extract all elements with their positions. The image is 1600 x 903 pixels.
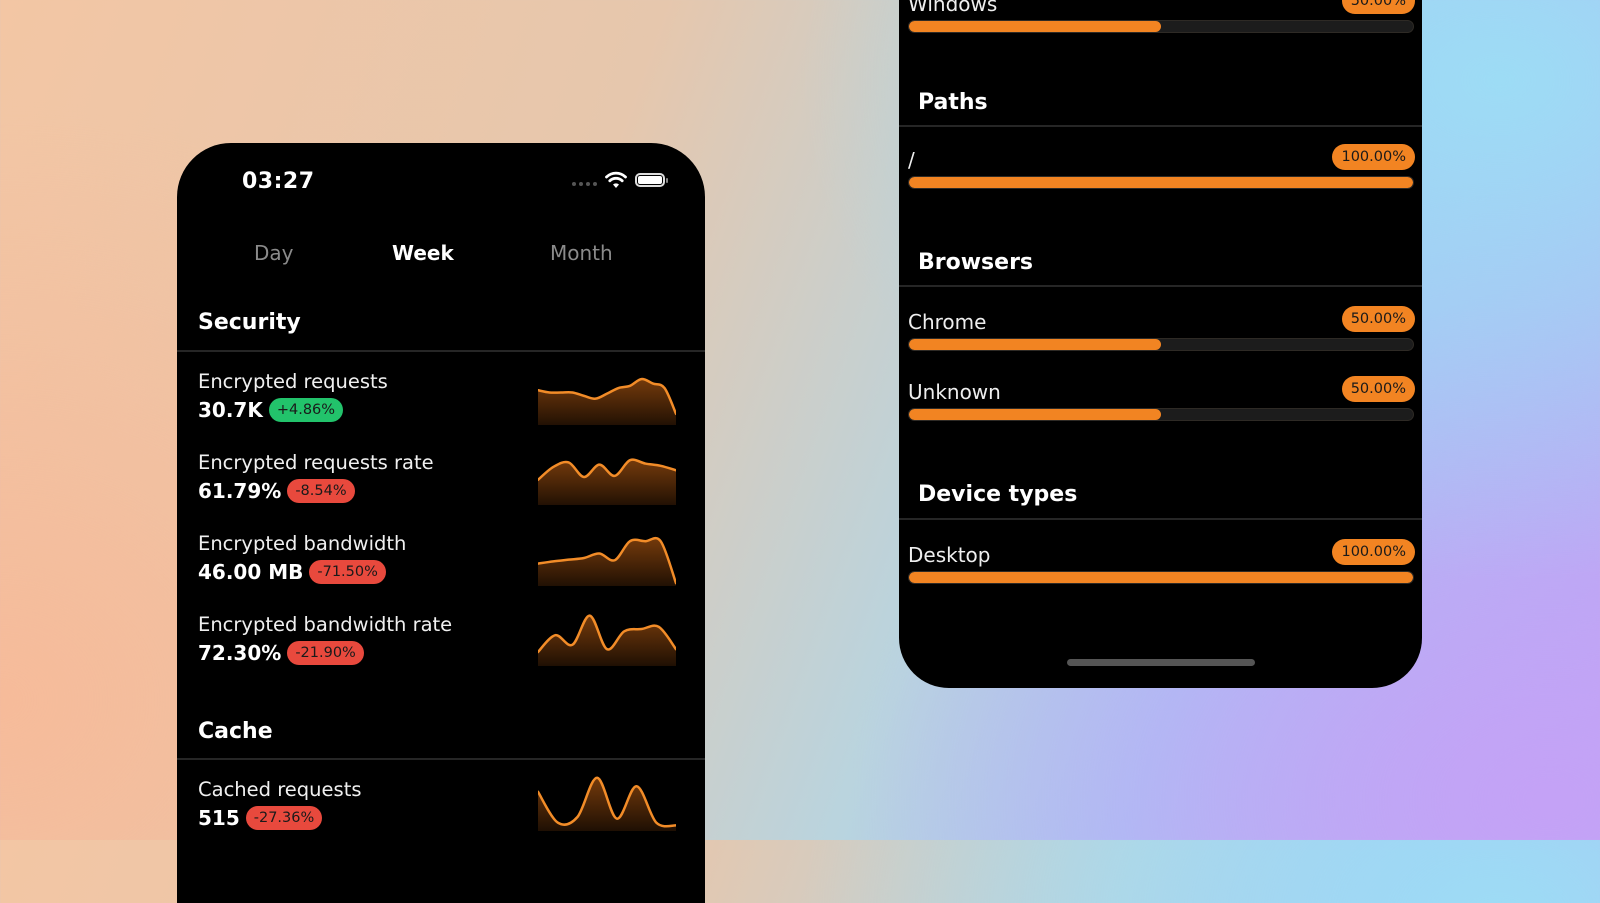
change-badge: -21.90% <box>287 641 364 665</box>
row-label: Desktop <box>908 543 991 567</box>
cellular-signal-icon <box>572 182 597 186</box>
row-os-windows[interactable]: Windows 50.00% <box>908 0 1415 52</box>
status-icons <box>572 171 668 189</box>
phone-screen-analytics-overview: 03:27 Day Week Month Security Encrypted … <box>177 143 705 903</box>
sparkline-area <box>538 615 676 666</box>
divider <box>899 125 1422 127</box>
metric-label: Encrypted requests <box>198 370 388 393</box>
metric-label: Cached requests <box>198 778 362 801</box>
divider <box>899 285 1422 287</box>
row-label: Windows <box>908 0 998 16</box>
change-badge: -27.36% <box>245 806 323 830</box>
metric-value: 46.00 MB <box>198 560 304 584</box>
wifi-icon <box>605 171 627 188</box>
divider <box>177 758 705 760</box>
row-device-desktop[interactable]: Desktop 100.00% <box>908 539 1415 603</box>
divider <box>899 518 1422 520</box>
row-label: Unknown <box>908 380 1001 404</box>
sparkline-encrypted-requests-rate <box>538 458 676 505</box>
metric-label: Encrypted bandwidth rate <box>198 613 453 636</box>
progress-bar <box>908 176 1414 189</box>
percent-badge: 100.00% <box>1332 144 1415 170</box>
progress-bar <box>908 571 1414 584</box>
progress-bar <box>908 408 1414 421</box>
metric-value: 30.7K <box>198 398 263 422</box>
tab-week[interactable]: Week <box>392 241 454 265</box>
row-label: / <box>908 148 915 172</box>
progress-bar <box>908 20 1414 33</box>
row-browser-unknown[interactable]: Unknown 50.00% <box>908 376 1415 440</box>
metric-value: 515 <box>198 806 240 830</box>
percent-badge: 100.00% <box>1332 539 1415 565</box>
progress-bar <box>908 338 1414 351</box>
section-title-browsers: Browsers <box>918 250 1034 275</box>
section-title-paths: Paths <box>918 90 988 115</box>
metric-value: 61.79% <box>198 479 282 503</box>
status-time: 03:27 <box>242 169 315 194</box>
sparkline-area <box>538 459 676 505</box>
percent-badge: 50.00% <box>1341 0 1415 14</box>
progress-bar-fill <box>909 339 1161 350</box>
change-badge: -71.50% <box>309 560 386 584</box>
progress-bar-fill <box>909 21 1161 32</box>
change-badge: -8.54% <box>287 479 355 503</box>
sparkline-encrypted-bandwidth <box>538 536 676 586</box>
metric-label: Encrypted requests rate <box>198 451 434 474</box>
sparkline-area <box>538 538 676 586</box>
battery-icon <box>635 173 668 187</box>
section-title-device-types: Device types <box>918 482 1078 507</box>
sparkline-encrypted-bandwidth-rate <box>538 614 676 666</box>
sparkline-area <box>538 379 676 425</box>
phone-screen-breakdowns: Windows 50.00% Paths / 100.00% Browsers … <box>899 0 1422 688</box>
progress-bar-fill <box>909 572 1413 583</box>
tab-day[interactable]: Day <box>254 241 294 265</box>
section-title-cache: Cache <box>198 719 273 744</box>
percent-badge: 50.00% <box>1341 376 1415 402</box>
percent-badge: 50.00% <box>1341 306 1415 332</box>
sparkline-encrypted-requests <box>538 377 676 425</box>
metric-value: 72.30% <box>198 641 282 665</box>
sparkline-cached-requests <box>538 776 676 831</box>
progress-bar-fill <box>909 409 1161 420</box>
home-indicator <box>1067 659 1255 666</box>
row-path-root[interactable]: / 100.00% <box>908 144 1415 208</box>
change-badge: +4.86% <box>268 398 344 422</box>
metric-label: Encrypted bandwidth <box>198 532 407 555</box>
row-browser-chrome[interactable]: Chrome 50.00% <box>908 306 1415 370</box>
progress-bar-fill <box>909 177 1413 188</box>
divider <box>177 350 705 352</box>
tab-month[interactable]: Month <box>550 241 613 265</box>
section-title-security: Security <box>198 310 301 335</box>
row-label: Chrome <box>908 310 987 334</box>
